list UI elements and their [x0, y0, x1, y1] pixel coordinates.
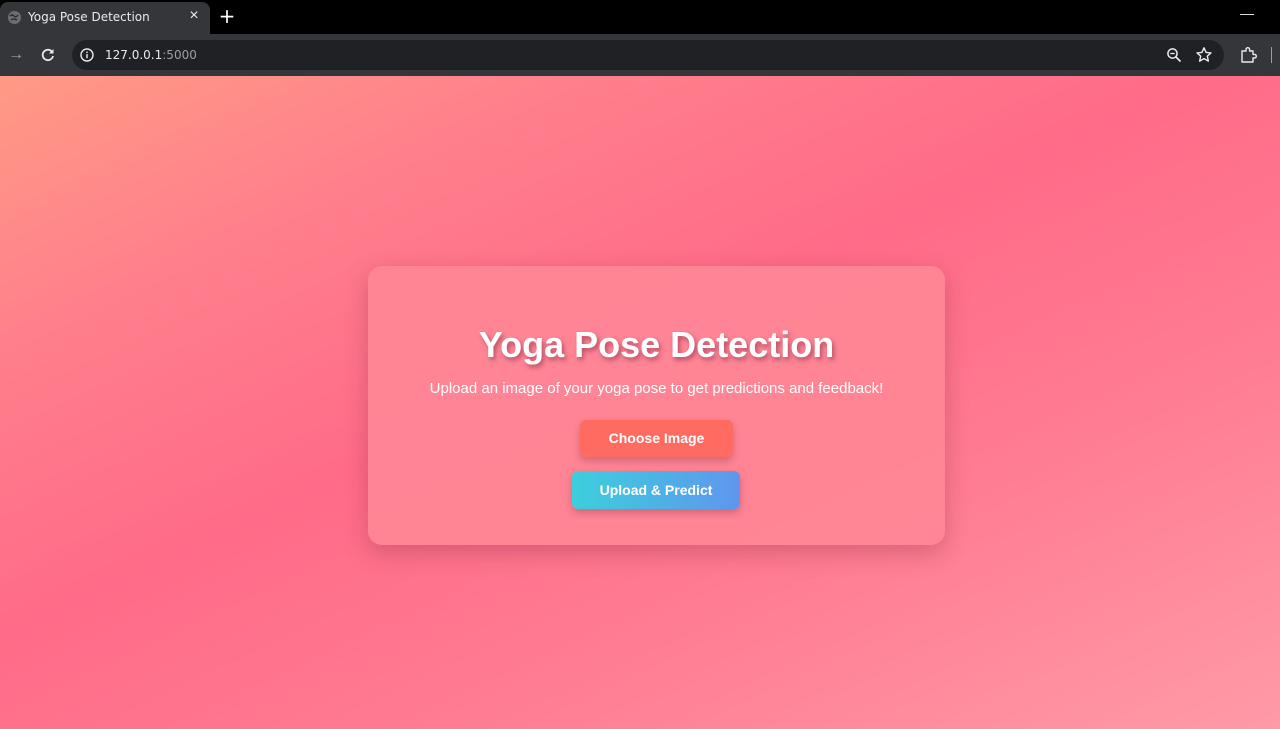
info-icon[interactable] — [80, 48, 94, 62]
zoom-icon[interactable] — [1166, 47, 1182, 63]
upload-predict-button[interactable]: Upload & Predict — [572, 471, 740, 509]
star-icon[interactable] — [1195, 46, 1213, 64]
page-viewport: Yoga Pose Detection Upload an image of y… — [0, 76, 1280, 729]
extensions-icon[interactable] — [1240, 46, 1258, 64]
browser-toolbar: → 127.0.0.1:5000 — [0, 34, 1280, 76]
tab-title: Yoga Pose Detection — [28, 10, 150, 24]
reload-icon[interactable] — [38, 45, 58, 65]
page-subtitle: Upload an image of your yoga pose to get… — [429, 380, 884, 397]
forward-arrow-icon[interactable]: → — [6, 45, 26, 65]
close-icon[interactable]: × — [186, 8, 202, 24]
page-title: Yoga Pose Detection — [478, 324, 835, 365]
upload-card: Yoga Pose Detection Upload an image of y… — [368, 266, 945, 545]
minimize-icon[interactable]: — — [1238, 2, 1256, 24]
tab-strip: Yoga Pose Detection × + — — [0, 0, 1280, 34]
address-bar[interactable]: 127.0.0.1:5000 — [72, 40, 1224, 70]
toolbar-divider — [1271, 47, 1272, 63]
plus-icon[interactable]: + — [218, 6, 236, 26]
browser-tab[interactable]: Yoga Pose Detection × — [0, 2, 210, 34]
url-port: :5000 — [162, 48, 197, 62]
url-text: 127.0.0.1:5000 — [105, 48, 197, 62]
url-host: 127.0.0.1 — [105, 48, 163, 62]
globe-icon — [8, 11, 21, 24]
choose-image-button[interactable]: Choose Image — [580, 420, 733, 457]
